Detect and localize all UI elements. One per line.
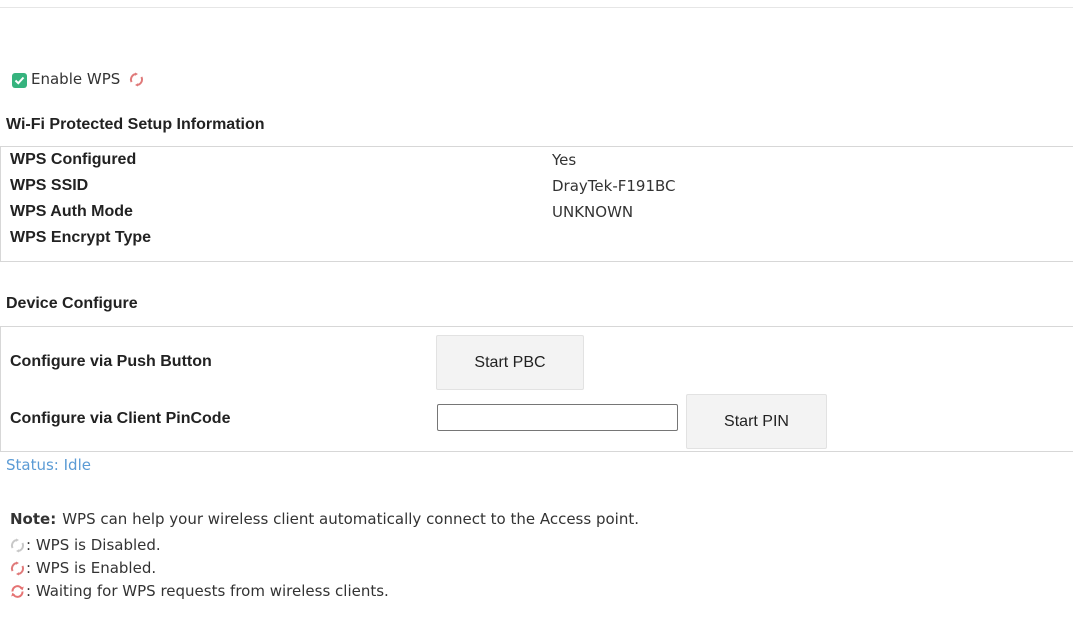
wps-info-heading: Wi-Fi Protected Setup Information <box>6 116 265 133</box>
wps-disabled-icon <box>10 538 25 553</box>
enable-wps-checkbox[interactable] <box>12 73 27 88</box>
wps-configured-value: Yes <box>552 151 577 169</box>
start-pin-button[interactable]: Start PIN <box>686 394 827 449</box>
device-configure-heading: Device Configure <box>6 295 138 312</box>
legend-item: : Waiting for WPS requests from wireless… <box>10 582 389 600</box>
table-row: WPS Configured Yes <box>10 151 1070 175</box>
legend-item: : WPS is Disabled. <box>10 536 161 554</box>
wps-ssid-label: WPS SSID <box>10 177 89 194</box>
legend-enabled-text: : WPS is Enabled. <box>26 559 157 577</box>
wps-auth-mode-label: WPS Auth Mode <box>10 203 133 220</box>
table-row: WPS Encrypt Type <box>10 229 1070 253</box>
wps-encrypt-type-label: WPS Encrypt Type <box>10 229 152 246</box>
push-button-label: Configure via Push Button <box>10 353 212 370</box>
enable-wps-label[interactable]: Enable WPS <box>31 70 120 88</box>
wps-configured-label: WPS Configured <box>10 151 137 168</box>
start-pbc-button[interactable]: Start PBC <box>436 335 584 390</box>
enable-wps-row: Enable WPS <box>31 70 144 88</box>
wps-auth-mode-value: UNKNOWN <box>552 203 634 221</box>
wps-waiting-icon <box>10 584 25 599</box>
wps-enabled-icon <box>10 561 25 576</box>
pincode-input[interactable] <box>437 404 678 431</box>
wps-enabled-icon <box>129 72 144 87</box>
client-pincode-label: Configure via Client PinCode <box>10 410 231 427</box>
table-row: WPS Auth Mode UNKNOWN <box>10 203 1070 227</box>
table-row: WPS SSID DrayTek-F191BC <box>10 177 1070 201</box>
top-divider <box>0 7 1073 8</box>
status-text: Status: Idle <box>6 456 91 474</box>
wps-ssid-value: DrayTek-F191BC <box>552 177 676 195</box>
note-text: WPS can help your wireless client automa… <box>62 510 639 528</box>
legend-waiting-text: : Waiting for WPS requests from wireless… <box>26 582 389 600</box>
note-prefix: Note: <box>10 510 57 528</box>
legend-disabled-text: : WPS is Disabled. <box>26 536 161 554</box>
note-line: Note: WPS can help your wireless client … <box>10 510 639 528</box>
legend-item: : WPS is Enabled. <box>10 559 156 577</box>
